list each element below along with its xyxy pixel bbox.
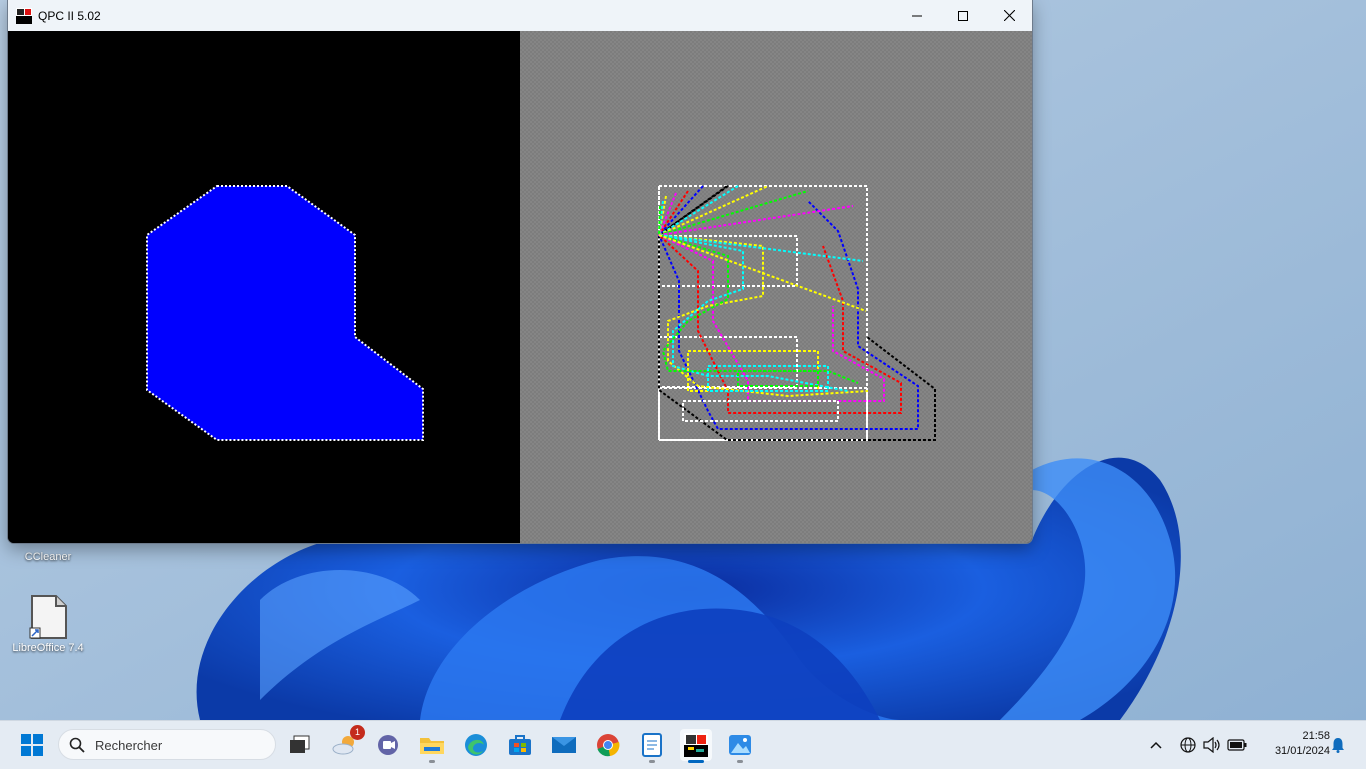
mail-icon <box>552 737 576 753</box>
chevron-up-icon <box>1150 741 1162 749</box>
title-bar[interactable]: QPC II 5.02 <box>8 0 1032 31</box>
close-icon <box>1003 10 1015 21</box>
desktop-icon-label: CCleaner <box>24 551 72 563</box>
minimize-button[interactable] <box>894 0 940 31</box>
store-icon <box>509 735 531 755</box>
tray-battery[interactable] <box>1225 721 1249 769</box>
folder-icon <box>420 738 444 754</box>
search-icon <box>69 737 85 753</box>
tray-overflow-button[interactable] <box>1146 721 1166 769</box>
maximize-icon <box>958 10 968 21</box>
tray-network[interactable] <box>1177 721 1199 769</box>
taskbar-task-view[interactable] <box>284 729 316 761</box>
taskbar-notepad[interactable] <box>636 729 668 763</box>
minimize-icon <box>912 15 922 16</box>
globe-icon <box>1180 737 1196 753</box>
task-view-icon <box>290 735 310 753</box>
battery-icon <box>1227 739 1247 751</box>
right-pane <box>520 31 1032 543</box>
search-placeholder: Rechercher <box>95 738 163 753</box>
taskbar-teams[interactable] <box>372 729 404 761</box>
clock-time: 21:58 <box>1302 730 1330 742</box>
desktop-icon-libreoffice[interactable]: LibreOffice 7.4 <box>8 594 88 654</box>
taskbar-photos[interactable] <box>724 729 756 763</box>
tray-notifications[interactable] <box>1328 721 1348 769</box>
start-button[interactable] <box>16 729 48 761</box>
qpc-logo-icon <box>16 7 32 24</box>
weather-badge: 1 <box>350 725 365 740</box>
windows-start-icon <box>21 734 43 756</box>
taskbar-edge[interactable] <box>460 729 492 761</box>
window-title: QPC II 5.02 <box>38 8 101 23</box>
bell-icon <box>1332 738 1344 753</box>
taskbar-mail[interactable] <box>548 729 580 761</box>
close-button[interactable] <box>986 0 1032 31</box>
qpc-icon <box>684 733 708 757</box>
ccleaner-icon <box>8 543 88 549</box>
libreoffice-icon <box>29 595 67 639</box>
taskbar-file-explorer[interactable] <box>416 729 448 763</box>
taskbar-chrome[interactable] <box>592 729 624 761</box>
maximize-button[interactable] <box>940 0 986 31</box>
taskbar-weather[interactable]: 1 <box>329 725 365 761</box>
photos-icon <box>729 735 751 755</box>
taskbar-store[interactable] <box>504 729 536 761</box>
teams-icon <box>378 735 398 755</box>
clock-date: 31/01/2024 <box>1274 745 1330 757</box>
taskbar-qpc[interactable] <box>680 729 712 763</box>
desktop-icon-label: LibreOffice 7.4 <box>12 642 84 654</box>
desktop-icon-ccleaner[interactable]: CCleaner <box>8 543 88 563</box>
tray-volume[interactable] <box>1201 721 1223 769</box>
notepad-icon <box>642 733 662 757</box>
speaker-icon <box>1203 737 1220 753</box>
taskbar: Rechercher 1 21:58 31/01/2024 <box>0 720 1366 769</box>
edge-icon <box>465 734 487 756</box>
qpc-window: QPC II 5.02 <box>8 0 1032 543</box>
chrome-icon <box>597 734 620 757</box>
search-box[interactable]: Rechercher <box>58 729 276 760</box>
qpc-screen[interactable] <box>8 31 1032 543</box>
clock[interactable]: 21:58 31/01/2024 <box>1254 729 1330 759</box>
